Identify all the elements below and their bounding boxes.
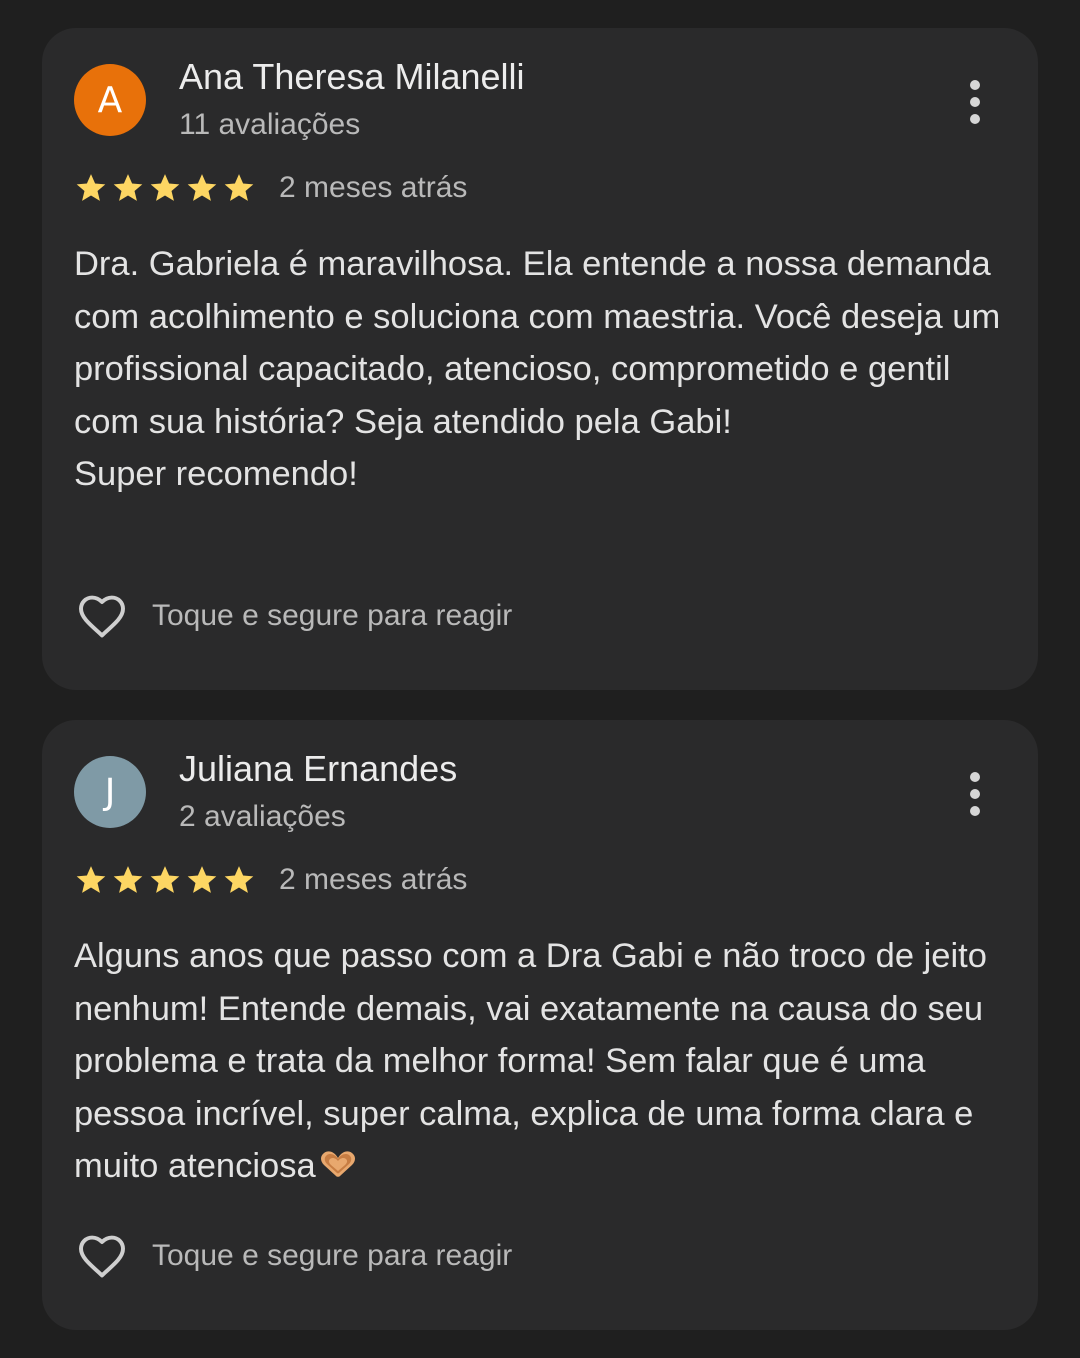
more-options-button[interactable]	[950, 72, 1000, 132]
star-icon	[76, 866, 106, 893]
avatar[interactable]: J	[74, 756, 146, 828]
react-button[interactable]: Toque e segure para reagir	[74, 1228, 512, 1284]
star-icon	[113, 866, 143, 893]
heart-hands-emoji-icon	[320, 1151, 355, 1177]
react-label: Toque e segure para reagir	[152, 599, 513, 632]
reviewer-name[interactable]: Ana Theresa Milanelli	[179, 56, 525, 98]
star-icon	[187, 866, 217, 893]
rating-row: 2 meses atrás	[74, 860, 467, 900]
star-rating	[74, 171, 256, 205]
star-icon	[113, 174, 143, 201]
more-vert-icon	[970, 772, 980, 782]
more-vert-icon-dot	[970, 114, 980, 124]
more-vert-icon-dot	[970, 97, 980, 107]
more-vert-icon	[970, 80, 980, 90]
star-rating	[74, 863, 256, 897]
reviewer-name[interactable]: Juliana Ernandes	[179, 748, 457, 790]
review-text[interactable]: Dra. Gabriela é maravilhosa. Ela entende…	[74, 238, 1014, 501]
review-card: A Ana Theresa Milanelli 11 avaliações 2 …	[42, 28, 1038, 690]
review-date: 2 meses atrás	[279, 171, 468, 204]
review-count: 2 avaliações	[179, 800, 346, 833]
more-options-button[interactable]	[950, 764, 1000, 824]
star-icon	[224, 866, 254, 893]
rating-row: 2 meses atrás	[74, 168, 467, 208]
review-text[interactable]: Alguns anos que passo com a Dra Gabi e n…	[74, 930, 1014, 1193]
more-vert-icon-dot	[970, 789, 980, 799]
heart-icon	[79, 1235, 125, 1278]
heart-icon	[79, 595, 125, 638]
react-label: Toque e segure para reagir	[152, 1239, 513, 1272]
star-icon	[150, 866, 180, 893]
avatar[interactable]: A	[74, 64, 146, 136]
star-icon	[187, 174, 217, 201]
review-text-body: Alguns anos que passo com a Dra Gabi e n…	[74, 937, 987, 1185]
react-button[interactable]: Toque e segure para reagir	[74, 588, 512, 644]
more-vert-icon-dot	[970, 806, 980, 816]
star-icon	[224, 174, 254, 201]
star-icon	[150, 174, 180, 201]
review-count: 11 avaliações	[179, 108, 361, 141]
review-card: J Juliana Ernandes 2 avaliações 2 meses …	[42, 720, 1038, 1330]
star-icon	[76, 174, 106, 201]
review-date: 2 meses atrás	[279, 863, 468, 896]
